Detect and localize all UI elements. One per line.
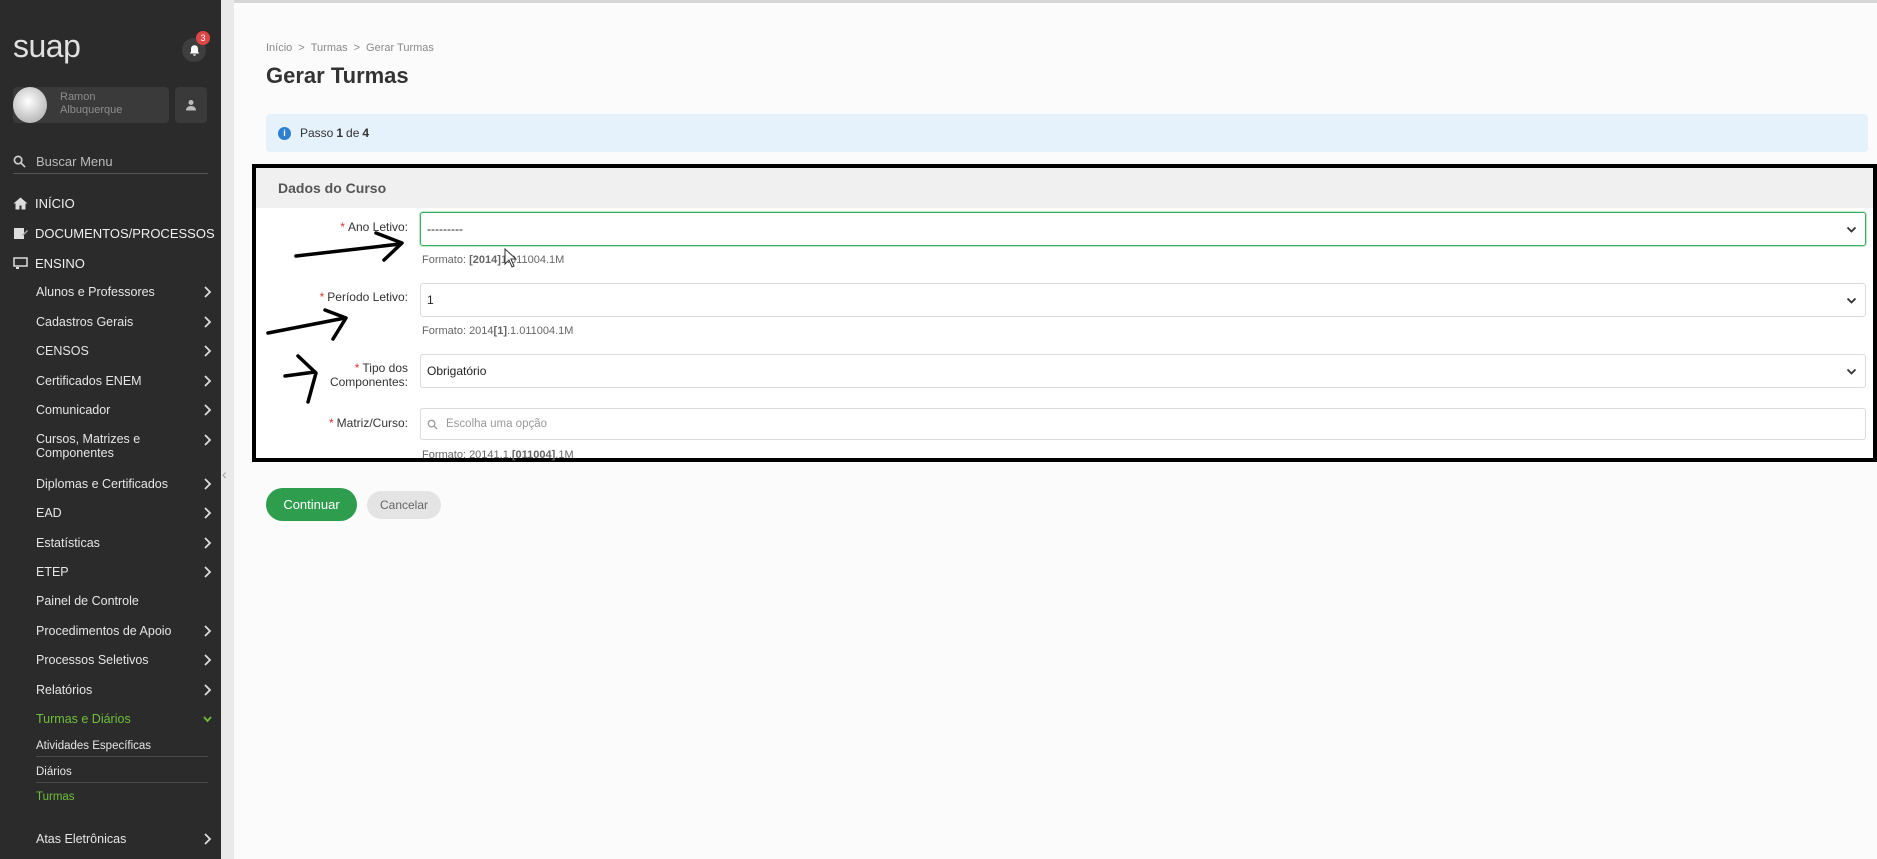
notification-count-badge: 3 [196, 31, 210, 45]
search-icon [13, 155, 26, 168]
submenu-divider [36, 756, 208, 757]
menu-item-alunos-professores[interactable]: Alunos e Professores [36, 285, 212, 299]
menu-item-processos-seletivos[interactable]: Processos Seletivos [36, 653, 212, 667]
breadcrumb-separator: > [353, 42, 361, 54]
menu-item-censos[interactable]: CENSOS [36, 344, 212, 358]
chevron-down-icon [1846, 368, 1857, 375]
chevron-right-icon [204, 478, 212, 490]
ano-letivo-select[interactable]: --------- [420, 212, 1866, 246]
collapse-sidebar-icon[interactable]: ‹ [222, 466, 227, 482]
submenu-item-diarios[interactable]: Diários [36, 765, 212, 779]
chevron-down-icon [203, 716, 212, 723]
user-icon [186, 100, 196, 111]
chevron-down-icon [1846, 226, 1857, 233]
tipo-componentes-select[interactable]: Obrigatório [420, 354, 1866, 388]
avatar[interactable] [13, 87, 47, 123]
top-border [234, 0, 1877, 3]
menu-item-painel-controle[interactable]: Painel de Controle [36, 594, 212, 608]
ano-letivo-value: --------- [427, 222, 463, 236]
menu-item-diplomas[interactable]: Diplomas e Certificados [36, 477, 212, 491]
document-icon [14, 228, 28, 239]
continue-button[interactable]: Continuar [266, 488, 357, 521]
chevron-right-icon [204, 566, 212, 578]
step-current: 1 [336, 126, 344, 140]
periodo-letivo-hint: Formato: 2014[1].1.011004.1M [422, 325, 574, 337]
menu-item-label: INÍCIO [35, 196, 75, 211]
periodo-letivo-select[interactable]: 1 [420, 283, 1866, 317]
page-title: Gerar Turmas [266, 63, 409, 88]
home-icon [13, 197, 28, 210]
sidebar: ‹ suap 3 Ramon Albuquerque Buscar Menu I… [0, 0, 234, 859]
form-section-title: Dados do Curso [256, 168, 1873, 208]
submenu-item-atividades[interactable]: Atividades Específicas [36, 739, 212, 753]
chevron-right-icon [204, 316, 212, 328]
chevron-right-icon [204, 345, 212, 357]
tipo-componentes-value: Obrigatório [427, 364, 487, 378]
menu-item-cadastros-gerais[interactable]: Cadastros Gerais [36, 315, 212, 329]
chevron-right-icon [204, 654, 212, 666]
chevron-right-icon [204, 507, 212, 519]
menu-item-procedimentos-apoio[interactable]: Procedimentos de Apoio [36, 624, 212, 638]
chevron-right-icon [204, 833, 212, 845]
step-total: 4 [362, 126, 370, 140]
chevron-down-icon [1846, 297, 1857, 304]
breadcrumb: Início > Turmas > Gerar Turmas [266, 42, 434, 54]
chevron-right-icon [204, 625, 212, 637]
step-of: de [346, 126, 360, 140]
menu-item-documentos[interactable]: DOCUMENTOS/PROCESSOS [13, 226, 215, 241]
sidebar-edge: ‹ [221, 0, 234, 859]
search-menu[interactable]: Buscar Menu [13, 149, 208, 174]
menu-item-comunicador[interactable]: Comunicador [36, 403, 212, 417]
periodo-letivo-label: * Período Letivo: [319, 290, 408, 304]
ano-letivo-label: * Ano Letivo: [340, 220, 408, 234]
menu-item-cursos-matrizes[interactable]: Cursos, Matrizes e Componentes [36, 432, 212, 460]
ano-letivo-hint: Formato: [2014]1.011004.1M [422, 254, 565, 266]
matriz-curso-search[interactable]: Escolha uma opção [420, 408, 1866, 440]
matriz-curso-hint: Formato: 20141.1.[011004].1M [422, 449, 574, 461]
form-dados-curso: Dados do Curso * Ano Letivo: --------- Fo… [252, 164, 1877, 462]
chevron-right-icon [204, 404, 212, 416]
menu-item-label: DOCUMENTOS/PROCESSOS [35, 226, 215, 241]
menu-item-ensino[interactable]: ENSINO [13, 256, 85, 271]
user-profile-button[interactable] [175, 87, 207, 123]
chevron-right-icon [204, 684, 212, 696]
breadcrumb-separator: > [298, 42, 305, 54]
chevron-right-icon [204, 537, 212, 549]
bell-icon [189, 44, 199, 56]
chevron-right-icon [204, 286, 212, 298]
cancel-button[interactable]: Cancelar [367, 491, 441, 519]
chevron-right-icon [204, 375, 212, 387]
main-content: Início > Turmas > Gerar Turmas Gerar Turmas … [234, 0, 1877, 859]
periodo-letivo-value: 1 [427, 293, 434, 307]
breadcrumb-turmas[interactable]: Turmas [311, 42, 348, 54]
submenu-item-turmas[interactable]: Turmas [36, 790, 212, 804]
teaching-icon [13, 257, 28, 269]
menu-item-ead[interactable]: EAD [36, 506, 212, 520]
info-icon: i [278, 126, 291, 140]
breadcrumb-inicio[interactable]: Início [266, 42, 292, 54]
menu-item-inicio[interactable]: INÍCIO [13, 196, 75, 211]
chevron-right-icon [204, 434, 212, 446]
suap-logo[interactable]: suap [13, 28, 81, 65]
submenu-divider [36, 782, 208, 783]
menu-item-certificados-enem[interactable]: Certificados ENEM [36, 374, 212, 388]
menu-item-relatorios[interactable]: Relatórios [36, 683, 212, 697]
search-menu-label: Buscar Menu [36, 153, 113, 169]
mouse-cursor-icon [504, 248, 518, 268]
menu-item-label: ENSINO [35, 256, 85, 271]
matriz-curso-label: * Matriz/Curso: [328, 416, 408, 430]
step-info-bar: i Passo 1 de 4 [266, 114, 1868, 152]
menu-item-etep[interactable]: ETEP [36, 565, 212, 579]
search-icon [427, 419, 438, 430]
breadcrumb-gerar-turmas: Gerar Turmas [366, 42, 434, 54]
menu-item-atas-eletronicas[interactable]: Atas Eletrônicas [36, 832, 212, 846]
user-name[interactable]: Ramon Albuquerque [60, 91, 160, 117]
menu-item-turmas-diarios[interactable]: Turmas e Diários [36, 712, 212, 726]
step-prefix: Passo [300, 126, 334, 140]
matriz-curso-placeholder: Escolha uma opção [446, 418, 548, 430]
tipo-componentes-label: * Tipo dos Componentes: [329, 361, 408, 389]
menu-item-estatisticas[interactable]: Estatísticas [36, 536, 212, 550]
